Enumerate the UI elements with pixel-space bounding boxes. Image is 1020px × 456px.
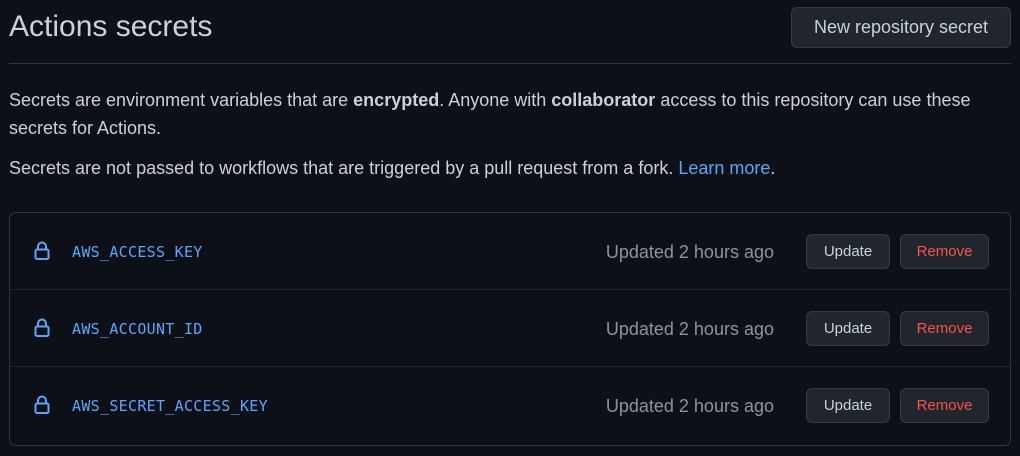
lock-icon: [34, 241, 50, 260]
remove-secret-button[interactable]: Remove: [900, 388, 989, 423]
page-header: Actions secrets New repository secret: [9, 0, 1011, 64]
fork-notice-period: .: [770, 158, 776, 178]
update-secret-button[interactable]: Update: [806, 388, 890, 423]
secrets-page: Actions secrets New repository secret Se…: [0, 0, 1020, 456]
new-repository-secret-button[interactable]: New repository secret: [791, 7, 1011, 48]
secret-updated-time: Updated 2 hours ago: [605, 396, 774, 416]
secret-row: AWS_ACCOUNT_ID Updated 2 hours ago Updat…: [10, 290, 1010, 367]
page-title: Actions secrets: [9, 10, 213, 43]
secret-updated-time: Updated 2 hours ago: [605, 242, 774, 262]
description-text: Secrets are environment variables that a…: [9, 90, 354, 110]
lock-icon: [34, 318, 50, 337]
fork-notice: Secrets are not passed to workflows that…: [9, 154, 1011, 182]
secret-row: AWS_SECRET_ACCESS_KEY Updated 2 hours ag…: [10, 367, 1010, 444]
secret-name: AWS_ACCESS_KEY: [72, 243, 203, 261]
secret-name: AWS_ACCOUNT_ID: [72, 320, 203, 338]
description-text: . Anyone with: [439, 90, 552, 110]
description-bold-collaborator: collaborator: [551, 90, 656, 110]
fork-notice-text: Secrets are not passed to workflows that…: [9, 158, 679, 178]
secrets-list: AWS_ACCESS_KEY Updated 2 hours ago Updat…: [9, 212, 1011, 446]
secret-row: AWS_ACCESS_KEY Updated 2 hours ago Updat…: [10, 213, 1010, 290]
secret-updated-time: Updated 2 hours ago: [605, 319, 774, 339]
update-secret-button[interactable]: Update: [806, 234, 890, 269]
secret-name: AWS_SECRET_ACCESS_KEY: [72, 397, 268, 415]
secrets-description: Secrets are environment variables that a…: [9, 86, 1011, 142]
remove-secret-button[interactable]: Remove: [900, 234, 989, 269]
description-bold-encrypted: encrypted: [353, 90, 440, 110]
lock-icon: [34, 395, 50, 414]
learn-more-link[interactable]: Learn more: [678, 158, 770, 178]
update-secret-button[interactable]: Update: [806, 311, 890, 346]
remove-secret-button[interactable]: Remove: [900, 311, 989, 346]
